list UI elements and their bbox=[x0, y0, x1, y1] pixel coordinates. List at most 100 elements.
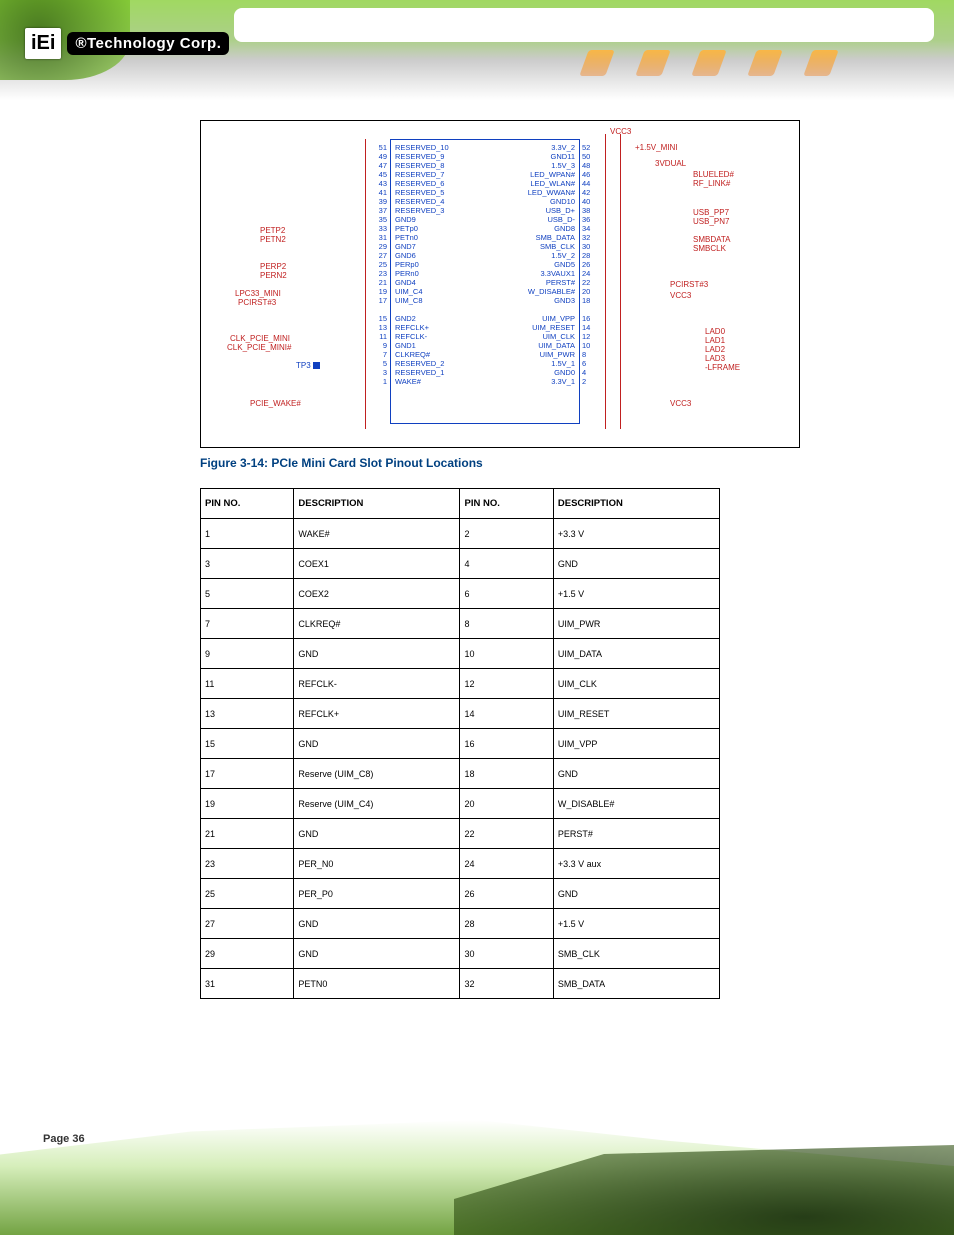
ext-usbpn: USB_PN7 bbox=[693, 217, 729, 226]
table-header-row: PIN NO. DESCRIPTION PIN NO. DESCRIPTION bbox=[201, 489, 720, 519]
table-row: 15GND16UIM_VPP bbox=[201, 729, 720, 759]
table-cell: 26 bbox=[460, 879, 553, 909]
table-row: 13REFCLK+14UIM_RESET bbox=[201, 699, 720, 729]
table-cell: 12 bbox=[460, 669, 553, 699]
top-banner: NANO-PV-D4252/N4552/D5252 EPIC SBC iEi ®… bbox=[0, 0, 954, 100]
table-cell: GND bbox=[553, 879, 719, 909]
table-cell: GND bbox=[294, 729, 460, 759]
table-cell: 2 bbox=[460, 519, 553, 549]
ext-blueled: BLUELED# bbox=[693, 170, 734, 179]
table-cell: 30 bbox=[460, 939, 553, 969]
table-cell: +3.3 V bbox=[553, 519, 719, 549]
table-cell: 1 bbox=[201, 519, 294, 549]
ext-clk-n: CLK_PCIE_MINI# bbox=[227, 343, 291, 352]
table-cell: UIM_VPP bbox=[553, 729, 719, 759]
ext-lad3: LAD3 bbox=[705, 354, 725, 363]
pinout-table: PIN NO. DESCRIPTION PIN NO. DESCRIPTION … bbox=[200, 488, 720, 999]
table-cell: 23 bbox=[201, 849, 294, 879]
figure-caption: Figure 3-14: PCIe Mini Card Slot Pinout … bbox=[200, 456, 954, 470]
table-row: 25PER_P026GND bbox=[201, 879, 720, 909]
table-cell: 20 bbox=[460, 789, 553, 819]
table-cell: UIM_PWR bbox=[553, 609, 719, 639]
table-row: 3COEX14GND bbox=[201, 549, 720, 579]
table-cell: 13 bbox=[201, 699, 294, 729]
table-cell: UIM_CLK bbox=[553, 669, 719, 699]
table-cell: Reserve (UIM_C4) bbox=[294, 789, 460, 819]
ext-usbpp: USB_PP7 bbox=[693, 208, 729, 217]
ext-dual: 3VDUAL bbox=[655, 159, 686, 168]
table-cell: +1.5 V bbox=[553, 909, 719, 939]
table-cell: PERST# bbox=[553, 819, 719, 849]
ext-lad0: LAD0 bbox=[705, 327, 725, 336]
table-cell: GND bbox=[553, 759, 719, 789]
table-cell: 10 bbox=[460, 639, 553, 669]
table-cell: 5 bbox=[201, 579, 294, 609]
ext-petn2: PETN2 bbox=[260, 235, 286, 244]
brand-text: ®Technology Corp. bbox=[67, 32, 229, 55]
bottom-banner bbox=[0, 1120, 954, 1235]
table-cell: 22 bbox=[460, 819, 553, 849]
chip-right-numbers: 52 50 48 46 44 42 40 38 36 34 32 30 28 2… bbox=[582, 143, 590, 386]
table-cell: 18 bbox=[460, 759, 553, 789]
th-pin2: PIN NO. bbox=[460, 489, 553, 519]
table-row: 9GND10UIM_DATA bbox=[201, 639, 720, 669]
table-cell: Reserve (UIM_C8) bbox=[294, 759, 460, 789]
ext-petp2: PETP2 bbox=[260, 226, 285, 235]
table-body: 1WAKE#2+3.3 V3COEX14GND5COEX26+1.5 V7CLK… bbox=[201, 519, 720, 999]
table-cell: 6 bbox=[460, 579, 553, 609]
table-cell: PETN0 bbox=[294, 969, 460, 999]
table-row: 7CLKREQ#8UIM_PWR bbox=[201, 609, 720, 639]
table-cell: REFCLK+ bbox=[294, 699, 460, 729]
table-cell: PER_P0 bbox=[294, 879, 460, 909]
table-cell: CLKREQ# bbox=[294, 609, 460, 639]
table-cell: 24 bbox=[460, 849, 553, 879]
table-cell: 31 bbox=[201, 969, 294, 999]
table-cell: 29 bbox=[201, 939, 294, 969]
table-cell: COEX1 bbox=[294, 549, 460, 579]
table-row: 23PER_N024+3.3 V aux bbox=[201, 849, 720, 879]
table-row: 19Reserve (UIM_C4)20W_DISABLE# bbox=[201, 789, 720, 819]
ext-perp2: PERP2 bbox=[260, 262, 286, 271]
table-cell: 11 bbox=[201, 669, 294, 699]
th-desc1: DESCRIPTION bbox=[294, 489, 460, 519]
th-desc2: DESCRIPTION bbox=[553, 489, 719, 519]
table-cell: 28 bbox=[460, 909, 553, 939]
table-row: 5COEX26+1.5 V bbox=[201, 579, 720, 609]
table-cell: 8 bbox=[460, 609, 553, 639]
table-cell: GND bbox=[294, 639, 460, 669]
table-cell: SMB_DATA bbox=[553, 969, 719, 999]
table-cell: 4 bbox=[460, 549, 553, 579]
chip-left-numbers: 51 49 47 45 43 41 39 37 35 33 31 29 27 2… bbox=[377, 143, 387, 386]
table-cell: 19 bbox=[201, 789, 294, 819]
brand-bar: iEi ®Technology Corp. bbox=[25, 28, 229, 59]
schematic-figure: VCC3 RESERVED_10 RESERVED_9 RESERVED_8 R… bbox=[200, 120, 800, 448]
table-cell: +1.5 V bbox=[553, 579, 719, 609]
ext-lframe: -LFRAME bbox=[705, 363, 740, 372]
table-cell: UIM_RESET bbox=[553, 699, 719, 729]
table-cell: 21 bbox=[201, 819, 294, 849]
table-row: 1WAKE#2+3.3 V bbox=[201, 519, 720, 549]
ext-vcc3b: VCC3 bbox=[670, 399, 691, 408]
header-white-panel: NANO-PV-D4252/N4552/D5252 EPIC SBC bbox=[234, 8, 934, 42]
table-row: 17Reserve (UIM_C8)18GND bbox=[201, 759, 720, 789]
ext-vcc3a: VCC3 bbox=[670, 291, 691, 300]
table-cell: UIM_DATA bbox=[553, 639, 719, 669]
table-cell: WAKE# bbox=[294, 519, 460, 549]
table-cell: 32 bbox=[460, 969, 553, 999]
chip-left-pins: RESERVED_10 RESERVED_9 RESERVED_8 RESERV… bbox=[395, 143, 449, 386]
table-cell: 14 bbox=[460, 699, 553, 729]
table-cell: REFCLK- bbox=[294, 669, 460, 699]
ext-lad2: LAD2 bbox=[705, 345, 725, 354]
ext-smbdata: SMBDATA bbox=[693, 235, 730, 244]
table-cell: 3 bbox=[201, 549, 294, 579]
table-row: 21GND22PERST# bbox=[201, 819, 720, 849]
ext-pcirst: PCIRST#3 bbox=[238, 298, 276, 307]
table-cell: 27 bbox=[201, 909, 294, 939]
ext-lad1: LAD1 bbox=[705, 336, 725, 345]
table-cell: +3.3 V aux bbox=[553, 849, 719, 879]
logo-icon: iEi bbox=[25, 28, 61, 59]
table-cell: SMB_CLK bbox=[553, 939, 719, 969]
table-cell: 15 bbox=[201, 729, 294, 759]
table-cell: GND bbox=[294, 939, 460, 969]
table-cell: PER_N0 bbox=[294, 849, 460, 879]
